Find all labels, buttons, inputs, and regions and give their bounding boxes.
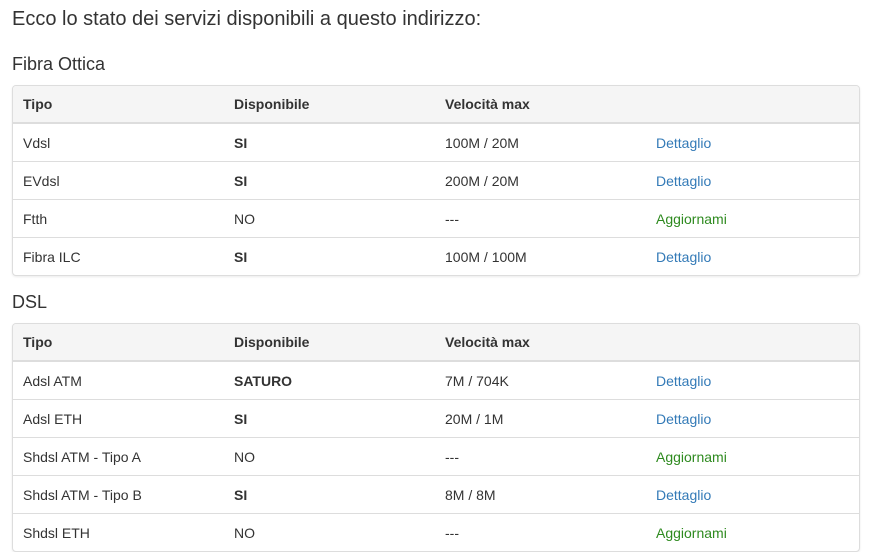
section-title-fibra: Fibra Ottica [12,54,106,74]
dettaglio-link[interactable]: Dettaglio [656,373,711,389]
column-header-disponibile: Disponibile [224,86,435,124]
cell-disponibile: SI [224,399,435,438]
column-header-action [646,324,859,362]
cell-disponibile: NO [224,513,435,551]
cell-action: Dettaglio [646,475,859,514]
table-row: Fibra ILC SI 100M / 100M Dettaglio [13,237,859,275]
table-header-row: Tipo Disponibile Velocità max [13,324,859,362]
cell-velocita: --- [435,513,646,551]
table-row: Adsl ATM SATURO 7M / 704K Dettaglio [13,361,859,400]
table-row: Shdsl ETH NO --- Aggiornami [13,513,859,551]
table-row: Vdsl SI 100M / 20M Dettaglio [13,123,859,162]
cell-velocita: --- [435,199,646,238]
table-row: EVdsl SI 200M / 20M Dettaglio [13,161,859,200]
cell-disponibile: NO [224,199,435,238]
column-header-velocita: Velocità max [435,86,646,124]
cell-disponibile: NO [224,437,435,476]
cell-action: Dettaglio [646,399,859,438]
column-header-disponibile: Disponibile [224,324,435,362]
table-row: Shdsl ATM - Tipo A NO --- Aggiornami [13,437,859,476]
cell-velocita: 200M / 20M [435,161,646,200]
cell-tipo: Fibra ILC [13,237,224,275]
section-title-dsl: DSL [12,292,48,312]
cell-tipo: Shdsl ETH [13,513,224,551]
cell-velocita: 100M / 100M [435,237,646,275]
cell-action: Aggiornami [646,437,859,476]
column-header-action [646,86,859,124]
cell-velocita: 8M / 8M [435,475,646,514]
fibra-table-body: Vdsl SI 100M / 20M Dettaglio EVdsl SI 200M / 2… [13,123,859,275]
aggiornami-link[interactable]: Aggiornami [656,525,727,541]
aggiornami-link[interactable]: Aggiornami [656,211,727,227]
cell-action: Dettaglio [646,237,859,275]
cell-tipo: Ftth [13,199,224,238]
cell-tipo: Adsl ETH [13,399,224,438]
aggiornami-link[interactable]: Aggiornami [656,449,727,465]
cell-tipo: Adsl ATM [23,372,82,389]
cell-tipo: EVdsl [13,161,224,200]
dettaglio-link[interactable]: Dettaglio [656,411,711,427]
intro-heading: Ecco lo stato dei servizi disponibili a … [12,8,482,30]
cell-disponibile: SATURO [234,372,293,389]
dettaglio-link[interactable]: Dettaglio [656,135,711,151]
cell-tipo: Shdsl ATM - Tipo A [13,437,224,476]
fibra-table: Tipo Disponibile Velocità max Vdsl SI 100M… [13,86,859,275]
column-header-tipo: Tipo [13,324,224,362]
cell-velocita: 100M / 20M [445,134,519,151]
dsl-table-panel: Tipo Disponibile Velocità max Adsl ATM SA… [12,323,860,552]
cell-action: Dettaglio [646,361,859,400]
table-row: Adsl ETH SI 20M / 1M Dettaglio [13,399,859,438]
cell-velocita: --- [435,437,646,476]
column-header-tipo: Tipo [13,86,224,124]
table-row: Shdsl ATM - Tipo B SI 8M / 8M Dettaglio [13,475,859,514]
cell-action: Aggiornami [646,513,859,551]
dettaglio-link[interactable]: Dettaglio [656,173,711,189]
dettaglio-link[interactable]: Dettaglio [656,249,711,265]
dsl-table-body: Adsl ATM SATURO 7M / 704K Dettaglio Adsl ETH… [13,361,859,551]
cell-disponibile: SI [224,237,435,275]
cell-tipo: Shdsl ATM - Tipo B [13,475,224,514]
fibra-table-panel: Tipo Disponibile Velocità max Vdsl SI 100M… [12,85,860,276]
table-header-row: Tipo Disponibile Velocità max [13,86,859,124]
cell-disponibile: SI [234,134,248,151]
cell-action: Dettaglio [646,161,859,200]
column-header-velocita: Velocità max [435,324,646,362]
cell-tipo: Vdsl [23,134,51,151]
dsl-table: Tipo Disponibile Velocità max Adsl ATM SA… [13,324,859,551]
dettaglio-link[interactable]: Dettaglio [656,487,711,503]
cell-velocita: 20M / 1M [435,399,646,438]
cell-disponibile: SI [224,161,435,200]
cell-disponibile: SI [224,475,435,514]
table-row: Ftth NO --- Aggiornami [13,199,859,238]
cell-action: Dettaglio [646,123,859,162]
cell-velocita: 7M / 704K [445,372,509,389]
cell-action: Aggiornami [646,199,859,238]
